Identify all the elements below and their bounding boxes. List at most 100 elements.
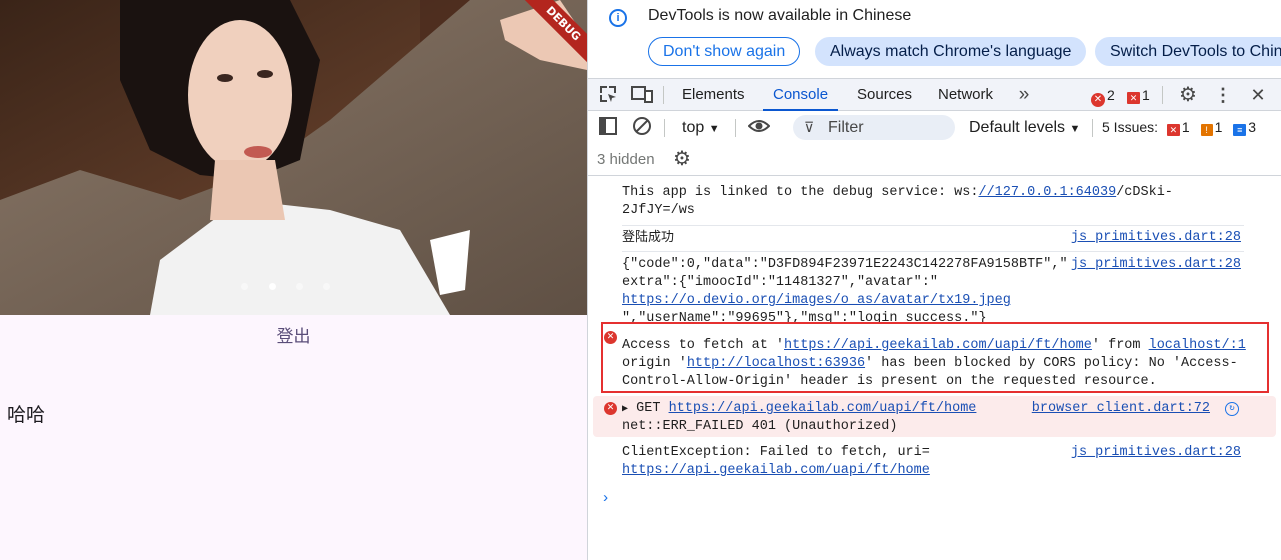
devtools-panel: i DevTools is now available in Chinese D… [587, 0, 1281, 560]
expand-arrow-icon[interactable]: ▶ [622, 404, 628, 415]
message-divider [622, 225, 1244, 226]
message-link[interactable]: https://api.geekailab.com/uapi/ft/home [622, 462, 930, 480]
console-error-message: ✕ Access to fetch at 'https://api.geekai… [588, 328, 1281, 389]
message-link[interactable]: http://localhost:63936 [687, 356, 865, 371]
console-prompt-icon[interactable]: › [601, 490, 610, 507]
more-options-icon[interactable]: ⋮ [1212, 84, 1234, 106]
console-settings-gear-icon[interactable]: ⚙ [671, 148, 693, 170]
source-link[interactable]: browser_client.dart:72 [1032, 400, 1210, 418]
message-text: ' has been blocked by CORS policy: No 'A… [865, 356, 1238, 371]
sidebar-toggle-icon[interactable] [597, 116, 619, 138]
source-link[interactable]: js_primitives.dart:28 [1071, 444, 1241, 462]
toolbar-divider [735, 119, 736, 137]
issues-counter[interactable]: 5 Issues: ✕ 1 ! 1 ≡ 3 [1102, 119, 1256, 136]
chevron-down-icon: ▼ [708, 123, 720, 135]
tab-network[interactable]: Network [938, 79, 993, 111]
message-link[interactable]: https://api.geekailab.com/uapi/ft/home [784, 338, 1092, 353]
hidden-messages-row: 3 hidden ⚙ [588, 145, 1281, 176]
network-request-icon[interactable]: ↻ [1225, 402, 1239, 416]
switch-devtools-language-button[interactable]: Switch DevTools to Chin [1095, 37, 1281, 66]
message-text: 登陆成功 [622, 230, 675, 245]
carousel-dot[interactable] [241, 283, 248, 290]
message-text: ' from [1091, 338, 1149, 353]
filter-field[interactable]: ⊽ [793, 115, 955, 140]
tab-sources[interactable]: Sources [857, 79, 912, 111]
issues-warning-count: 1 [1214, 119, 1223, 135]
message-text: 2JfJY=/ws [622, 203, 695, 218]
toolbar-divider [664, 119, 665, 137]
chevron-down-icon: ▼ [1069, 123, 1081, 135]
devtools-tabbar: Elements Console Sources Network » ✕ 2 ✕ 1… [588, 78, 1281, 111]
toolbar-divider [663, 86, 664, 104]
flutter-app: DEBUG 登出 哈哈 [0, 0, 587, 560]
console-message: 登陆成功 js_primitives.dart:28 [588, 229, 1281, 249]
error-icon: ✕ [604, 331, 617, 344]
carousel-dot[interactable] [323, 283, 330, 290]
info-icon: i [609, 9, 627, 27]
context-value: top [682, 119, 705, 136]
banner-photo [0, 0, 587, 315]
message-text: ClientException: Failed to fetch, uri= [622, 445, 930, 460]
warning-count: 1 [1142, 87, 1150, 103]
source-link[interactable]: js_primitives.dart:28 [1071, 229, 1241, 247]
issues-label: 5 Issues: [1102, 119, 1159, 135]
error-count-badge[interactable]: ✕ 2 [1091, 86, 1115, 107]
message-text: net::ERR_FAILED 401 (Unauthorized) [622, 419, 898, 434]
message-divider [622, 251, 1244, 252]
request-method: GET [636, 401, 661, 416]
always-match-language-button[interactable]: Always match Chrome's language [815, 37, 1087, 66]
context-selector[interactable]: top ▼ [682, 119, 720, 137]
message-link[interactable]: https://o.devio.org/images/o_as/avatar/t… [622, 292, 1011, 310]
message-text: /cDSki- [1116, 185, 1173, 200]
console-error-message: ✕ ▶ GET https://api.geekailab.com/uapi/f… [593, 396, 1276, 437]
console-toolbar: top ▼ ⊽ Default levels ▼ 5 Issues: ✕1 !1… [588, 111, 1281, 145]
carousel-dot-active[interactable] [269, 283, 276, 290]
settings-gear-icon[interactable]: ⚙ [1177, 84, 1199, 106]
console-output: This app is linked to the debug service:… [588, 177, 1281, 560]
language-infobar: i DevTools is now available in Chinese D… [588, 0, 1281, 78]
message-text: This app is linked to the debug service:… [622, 185, 979, 200]
message-link[interactable]: https://api.geekailab.com/uapi/ft/home [669, 401, 977, 416]
error-icon: ✕ [604, 402, 617, 415]
log-levels-dropdown[interactable]: Default levels ▼ [969, 119, 1080, 137]
filter-input[interactable] [828, 115, 948, 140]
source-link[interactable]: localhost/:1 [1149, 338, 1246, 353]
issue-error-icon: ✕ [1127, 92, 1140, 104]
dont-show-again-button[interactable]: Don't show again [648, 37, 801, 66]
error-icon: ✕ [1091, 93, 1105, 107]
message-link[interactable]: //127.0.0.1:64039 [978, 185, 1116, 200]
message-text: extra":{"imoocId":"11481327","avatar":" [622, 275, 938, 290]
log-levels-label: Default levels [969, 119, 1066, 136]
error-count: 2 [1107, 87, 1115, 103]
message-text: {"code":0,"data":"D3FD894F23971E2243C142… [622, 257, 1068, 272]
issues-info-count: 3 [1248, 119, 1257, 135]
warning-count-badge[interactable]: ✕ 1 [1127, 86, 1150, 104]
clear-console-icon[interactable] [631, 116, 653, 138]
toolbar-divider [1092, 119, 1093, 137]
carousel-dot[interactable] [296, 283, 303, 290]
logout-button[interactable]: 登出 [0, 322, 587, 352]
message-text: Control-Allow-Origin' header is present … [622, 374, 1157, 389]
source-link[interactable]: js_primitives.dart:28 [1071, 256, 1241, 274]
live-expression-eye-icon[interactable] [747, 116, 771, 138]
issues-error-count: 1 [1181, 119, 1190, 135]
inspect-element-icon[interactable] [597, 84, 619, 106]
console-message: {"code":0,"data":"D3FD894F23971E2243C142… [588, 256, 1281, 328]
console-message: ClientException: Failed to fetch, uri= h… [588, 444, 1281, 480]
close-devtools-icon[interactable]: ✕ [1247, 84, 1269, 106]
console-message: This app is linked to the debug service:… [588, 184, 1281, 220]
infobar-message: DevTools is now available in Chinese [648, 7, 912, 24]
message-text: origin ' [622, 356, 687, 371]
device-toolbar-icon[interactable] [631, 84, 653, 106]
body-text: 哈哈 [7, 404, 46, 426]
tab-elements[interactable]: Elements [682, 79, 745, 111]
toolbar-divider [1162, 86, 1163, 104]
carousel-indicator [0, 283, 587, 293]
issue-info-icon: ≡ [1233, 124, 1247, 136]
issue-warning-icon: ! [1200, 124, 1213, 136]
more-tabs-icon[interactable]: » [1013, 84, 1035, 106]
hidden-count: 3 hidden [597, 151, 655, 168]
tab-console[interactable]: Console [762, 79, 839, 111]
filter-icon: ⊽ [804, 119, 815, 135]
banner-carousel[interactable]: DEBUG [0, 0, 587, 315]
